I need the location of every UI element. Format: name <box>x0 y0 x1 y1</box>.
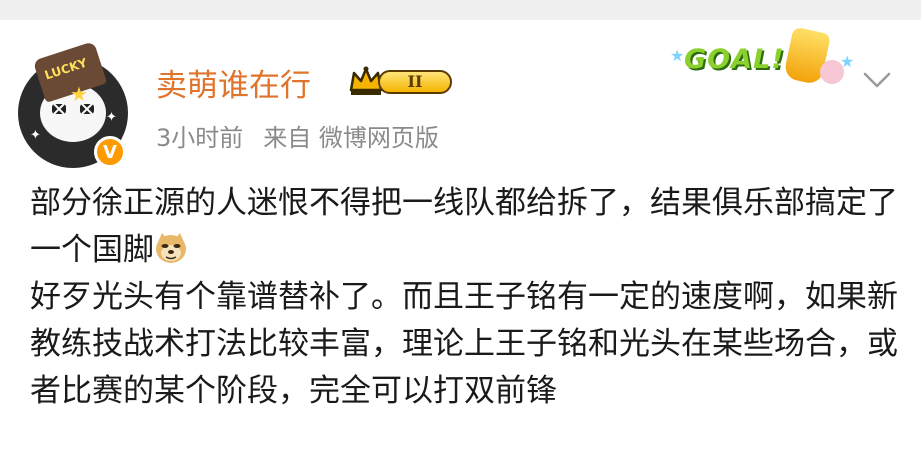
post-body: 部分徐正源的人迷恨不得把一线队都给拆了，结果俱乐部搞定了一个国脚 好歹光头有个靠… <box>30 180 910 415</box>
verified-badge: V <box>94 136 126 168</box>
goal-sticker-icon[interactable]: ★ ★ GOAL! <box>670 24 860 94</box>
chevron-down-icon[interactable] <box>862 64 892 94</box>
post-paragraph: 部分徐正源的人迷恨不得把一线队都给拆了，结果俱乐部搞定了一个国脚 <box>30 180 910 274</box>
panda-eye-icon <box>52 104 66 114</box>
post-paragraph: 好歹光头有个靠谱替补了。而且王子铭有一定的速度啊，如果新教练技战术打法比较丰富，… <box>30 274 910 415</box>
top-band <box>0 0 921 20</box>
ball-icon <box>820 60 844 84</box>
sparkle-icon: ✦ <box>106 110 117 125</box>
level-badge[interactable]: II <box>348 64 454 98</box>
goal-sticker-text: GOAL! <box>684 44 785 75</box>
star-icon: ★ <box>670 46 685 65</box>
star-icon: ★ <box>70 82 88 106</box>
avatar[interactable]: ✦ ✦ LUCKY ★ V <box>18 41 128 168</box>
timestamp: 3小时前 <box>156 124 244 152</box>
username[interactable]: 卖萌谁在行 <box>156 60 311 105</box>
post-text-line: 好歹光头有个靠谱替补了。而且王子铭有一定的速度啊，如果新教练技战术打法比较丰富，… <box>30 279 898 409</box>
level-label: II <box>378 70 452 94</box>
post-source[interactable]: 来自 微博网页版 <box>263 124 439 152</box>
doge-emoji-icon <box>156 233 186 263</box>
sparkle-icon: ✦ <box>30 128 41 143</box>
post-meta: 3小时前 来自 微博网页版 <box>156 118 439 153</box>
